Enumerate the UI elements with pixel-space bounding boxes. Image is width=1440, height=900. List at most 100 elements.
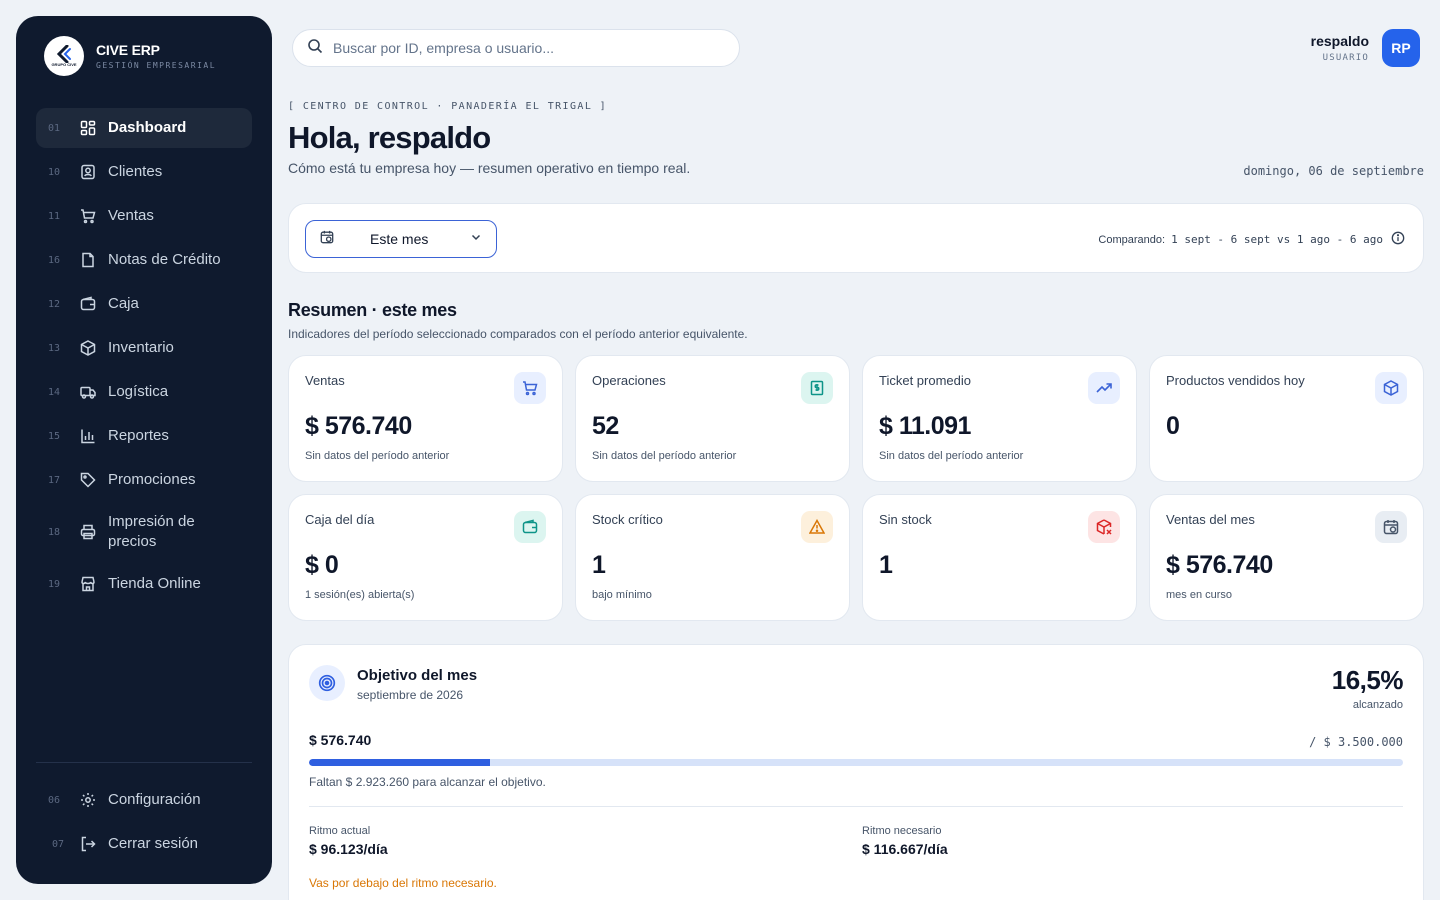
wallet-icon (80, 296, 96, 312)
sidebar-item-inventario[interactable]: 13 Inventario (36, 328, 252, 368)
sidebar-item-logistica[interactable]: 14 Logística (36, 372, 252, 412)
summary-subtitle: Indicadores del período seleccionado com… (288, 327, 748, 341)
goal-percent-label: alcanzado (1352, 699, 1403, 711)
wallet-icon (514, 511, 546, 543)
sidebar-item-label: Clientes (108, 163, 163, 180)
kpi-value: 1 (592, 551, 606, 579)
avatar[interactable]: RP (1382, 29, 1420, 67)
sidebar-item-reportes[interactable]: 15 Reportes (36, 416, 252, 456)
kpi-label: Sin stock (879, 512, 932, 527)
kpi-label: Stock crítico (592, 512, 663, 527)
kpi-note: bajo mínimo (592, 589, 652, 601)
goal-progress-fill (309, 759, 490, 766)
kpi-value: $ 576.740 (1166, 551, 1273, 579)
sidebar-item-number: 16 (48, 254, 61, 266)
page-subtitle: Cómo está tu empresa hoy — resumen opera… (288, 160, 691, 176)
sidebar-item-dashboard[interactable]: 01 Dashboard (36, 108, 252, 148)
rate-actual-value: $ 96.123/día (309, 841, 388, 857)
brand-subtitle: GESTIÓN EMPRESARIAL (96, 61, 217, 70)
monthly-goal-card: Objetivo del mes septiembre de 2026 16,5… (288, 644, 1424, 900)
sidebar-item-cerrar-sesion[interactable]: 07 Cerrar sesión (36, 824, 252, 864)
sidebar-item-number: 12 (48, 298, 61, 310)
sidebar-nav: 01 Dashboard 10 Clientes 11 Ventas 16 No… (36, 108, 252, 608)
kpi-card-stock-critico[interactable]: Stock crítico 1 bajo mínimo (575, 494, 850, 621)
kpi-card-productos-vendidos-hoy[interactable]: Productos vendidos hoy 0 (1149, 355, 1424, 482)
package-icon (1375, 372, 1407, 404)
target-icon (309, 665, 345, 701)
sidebar-item-number: 11 (48, 210, 61, 222)
sidebar-item-label: Cerrar sesión (108, 835, 199, 852)
cart-icon (80, 208, 96, 224)
kpi-card-ventas-del-mes[interactable]: Ventas del mes $ 576.740 mes en curso (1149, 494, 1424, 621)
truck-icon (80, 384, 96, 400)
sidebar-item-number: 01 (48, 122, 61, 134)
goal-divider (309, 806, 1403, 807)
kpi-value: $ 576.740 (305, 412, 412, 440)
calendar-clock-icon (1375, 511, 1407, 543)
package-icon (80, 340, 96, 356)
alert-icon (801, 511, 833, 543)
kpi-label: Ventas del mes (1166, 512, 1255, 527)
sidebar-item-label: Caja (108, 295, 139, 312)
sidebar-item-number: 07 (52, 838, 65, 850)
sidebar-item-number: 14 (48, 386, 61, 398)
kpi-card-ventas[interactable]: Ventas $ 576.740 Sin datos del período a… (288, 355, 563, 482)
kpi-card-operaciones[interactable]: Operaciones 52 Sin datos del período ant… (575, 355, 850, 482)
kpi-label: Caja del día (305, 512, 375, 527)
kpi-value: 52 (592, 412, 619, 440)
summary-title: Resumen · este mes (288, 300, 457, 320)
search-icon (307, 38, 323, 59)
sidebar-item-label: Impresión de precios (108, 513, 195, 550)
sidebar-item-label: Ventas (108, 207, 154, 224)
document-icon (80, 252, 96, 268)
goal-percent: 16,5% (1331, 665, 1404, 695)
logo-text: GRUPO CIVE (51, 62, 77, 67)
kpi-label: Ventas (305, 373, 345, 388)
info-icon[interactable] (1391, 231, 1405, 248)
trending-up-icon (1088, 372, 1120, 404)
sidebar-item-notas-de-credito[interactable]: 16 Notas de Crédito (36, 240, 252, 280)
sidebar-item-tienda-online[interactable]: 19 Tienda Online (36, 564, 252, 604)
goal-title: Objetivo del mes (357, 667, 478, 684)
sidebar-item-number: 15 (48, 430, 61, 442)
calendar-clock-icon (320, 230, 334, 249)
kpi-card-sin-stock[interactable]: Sin stock 1 (862, 494, 1137, 621)
current-date: domingo, 06 de septiembre (1243, 164, 1424, 178)
goal-warning: Vas por debajo del ritmo necesario. (309, 876, 497, 890)
kpi-value: $ 11.091 (879, 412, 971, 440)
sidebar-item-number: 06 (48, 794, 61, 806)
sidebar-item-label: Dashboard (108, 119, 187, 136)
kpi-value: 0 (1166, 412, 1180, 440)
printer-icon (80, 524, 96, 540)
breadcrumb: [ CENTRO DE CONTROL · PANADERÍA EL TRIGA… (288, 101, 608, 112)
bar-chart-icon (80, 428, 96, 444)
sidebar-item-caja[interactable]: 12 Caja (36, 284, 252, 324)
sidebar-item-promociones[interactable]: 17 Promociones (36, 460, 252, 500)
search-input[interactable] (333, 40, 713, 56)
search-bar[interactable] (292, 29, 740, 67)
user-menu[interactable]: respaldo USUARIO RP (1311, 29, 1420, 67)
kpi-card-caja-del-dia[interactable]: Caja del día $ 0 1 sesión(es) abierta(s) (288, 494, 563, 621)
store-icon (80, 576, 96, 592)
kpi-card-ticket-promedio[interactable]: Ticket promedio $ 11.091 Sin datos del p… (862, 355, 1137, 482)
goal-current-amount: $ 576.740 (309, 732, 372, 748)
sidebar-item-label: Promociones (108, 471, 196, 488)
kpi-label: Operaciones (592, 373, 666, 388)
kpi-note: Sin datos del período anterior (879, 450, 1024, 462)
page-title: Hola, respaldo (288, 120, 491, 155)
sidebar-item-label: Notas de Crédito (108, 251, 221, 268)
period-select[interactable]: Este mes (305, 220, 497, 258)
sidebar-item-configuracion[interactable]: 06 Configuración (36, 780, 252, 820)
kpi-label: Ticket promedio (879, 373, 971, 388)
brand[interactable]: GRUPO CIVE CIVE ERP GESTIÓN EMPRESARIAL (44, 36, 216, 76)
comparison-label: Comparando: (1098, 233, 1166, 246)
brand-logo: GRUPO CIVE (44, 36, 84, 76)
logout-icon (80, 836, 96, 852)
sidebar-item-impresion-de-precios[interactable]: 18 Impresión de precios (36, 504, 252, 560)
sidebar-item-clientes[interactable]: 10 Clientes (36, 152, 252, 192)
sidebar-item-ventas[interactable]: 11 Ventas (36, 196, 252, 236)
kpi-value: 1 (879, 551, 893, 579)
kpi-note: mes en curso (1166, 589, 1233, 601)
period-select-value: Este mes (370, 231, 429, 247)
sidebar-item-label: Reportes (108, 427, 169, 444)
